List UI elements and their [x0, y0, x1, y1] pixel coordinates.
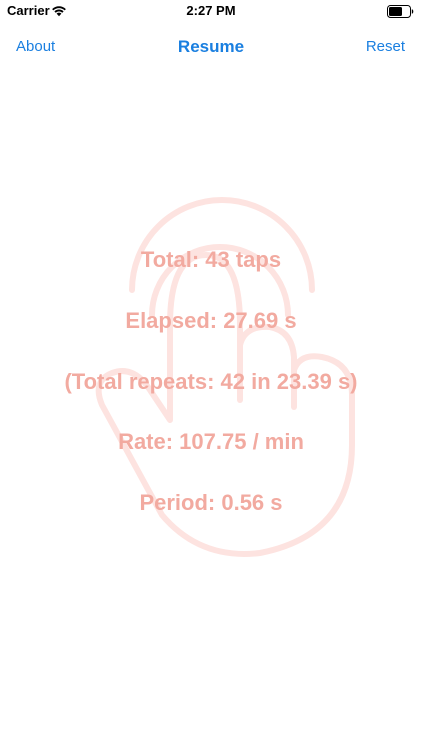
nav-title-wrapper: Resume — [0, 37, 422, 57]
status-bar: Carrier 2:27 PM — [0, 0, 422, 24]
about-button[interactable]: About — [16, 38, 55, 55]
total-repeats-label: (Total repeats: 42 in 23.39 s) — [64, 369, 358, 394]
resume-button[interactable]: Resume — [178, 37, 244, 56]
reset-button[interactable]: Reset — [366, 38, 405, 55]
status-time: 2:27 PM — [186, 3, 236, 18]
navigation-bar: About Resume Reset — [0, 24, 422, 70]
rate-label: Rate: 107.75 / min — [118, 429, 304, 454]
period-label: Period: 0.56 s — [139, 490, 283, 515]
battery-icon — [387, 5, 414, 23]
total-taps-label: Total: 43 taps — [140, 247, 282, 272]
elapsed-label: Elapsed: 27.69 s — [125, 308, 297, 333]
